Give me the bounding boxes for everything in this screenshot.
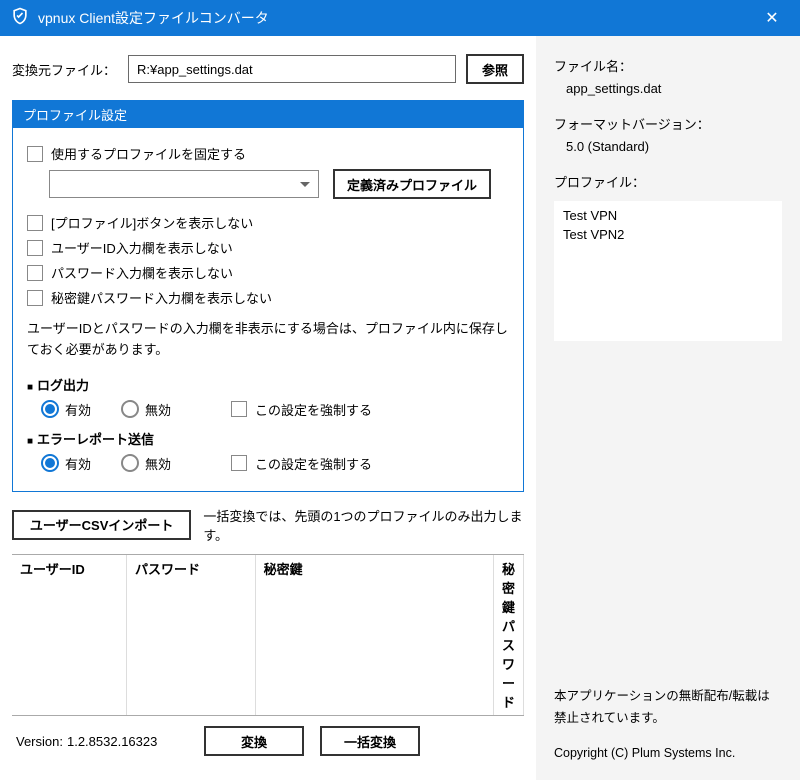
info-format-label: フォーマットバージョン： (554, 114, 782, 133)
list-item[interactable]: Test VPN2 (561, 225, 775, 244)
hide-password-checkbox[interactable] (27, 265, 43, 281)
desc-text: ユーザーIDとパスワードの入力欄を非表示にする場合は、プロファイル内に保存してお… (27, 319, 509, 361)
th-password: パスワード (127, 555, 256, 715)
copyright-text: Copyright (C) Plum Systems Inc. (554, 743, 782, 764)
browse-button[interactable]: 参照 (466, 54, 524, 84)
close-icon[interactable]: ✕ (754, 8, 790, 28)
version-label: Version: (16, 734, 63, 749)
fix-profile-checkbox[interactable] (27, 146, 43, 162)
app-shield-icon (10, 6, 30, 31)
hide-keypassword-checkbox[interactable] (27, 290, 43, 306)
err-force-label: この設定を強制する (255, 454, 372, 473)
hide-password-label: パスワード入力欄を表示しない (51, 263, 233, 282)
info-profile-list[interactable]: Test VPN Test VPN2 (554, 201, 782, 341)
log-force-label: この設定を強制する (255, 400, 372, 419)
radio-checked-icon (41, 400, 59, 418)
hide-userid-label: ユーザーID入力欄を表示しない (51, 238, 233, 257)
info-filename: app_settings.dat (566, 81, 782, 96)
source-file-row: 変換元ファイル： 参照 (12, 54, 524, 84)
source-file-input[interactable] (128, 55, 456, 83)
log-force-checkbox[interactable] (231, 401, 247, 417)
th-keypassword: 秘密鍵パスワード (494, 555, 524, 715)
defined-profiles-button[interactable]: 定義済みプロファイル (333, 169, 491, 199)
convert-button[interactable]: 変換 (204, 726, 304, 756)
batch-convert-button[interactable]: 一括変換 (320, 726, 420, 756)
th-userid: ユーザーID (12, 555, 127, 715)
hide-profile-btn-checkbox[interactable] (27, 215, 43, 231)
profile-panel-header: プロファイル設定 (13, 101, 523, 128)
radio-icon (121, 400, 139, 418)
info-profiles-label: プロファイル： (554, 172, 782, 191)
chevron-down-icon (300, 182, 310, 187)
th-privatekey: 秘密鍵 (256, 555, 494, 715)
log-disabled-radio[interactable]: 無効 (121, 400, 171, 419)
radio-icon (121, 454, 139, 472)
hide-profile-btn-label: [プロファイル]ボタンを表示しない (51, 213, 253, 232)
log-enabled-radio[interactable]: 有効 (41, 400, 91, 419)
user-table-header: ユーザーID パスワード 秘密鍵 秘密鍵パスワード (12, 554, 524, 716)
list-item[interactable]: Test VPN (561, 206, 775, 225)
error-report-heading: エラーレポート送信 (27, 429, 509, 448)
disclaimer-text: 本アプリケーションの無断配布/転載は禁止されています。 (554, 686, 782, 729)
log-output-heading: ログ出力 (27, 375, 509, 394)
csv-import-row: ユーザーCSVインポート 一括変換では、先頭の1つのプロファイルのみ出力します。 (12, 506, 524, 544)
info-format: 5.0 (Standard) (566, 139, 782, 154)
csv-import-button[interactable]: ユーザーCSVインポート (12, 510, 191, 540)
hide-userid-checkbox[interactable] (27, 240, 43, 256)
fix-profile-label: 使用するプロファイルを固定する (51, 144, 246, 163)
source-file-label: 変換元ファイル： (12, 60, 116, 79)
profile-settings-panel: プロファイル設定 使用するプロファイルを固定する 定義済みプロファイル [プロフ… (12, 100, 524, 492)
hide-keypassword-label: 秘密鍵パスワード入力欄を表示しない (51, 288, 272, 307)
version-value: 1.2.8532.16323 (67, 734, 157, 749)
info-filename-label: ファイル名： (554, 56, 782, 75)
footer: Version: 1.2.8532.16323 変換 一括変換 (12, 718, 524, 768)
err-force-checkbox[interactable] (231, 455, 247, 471)
err-disabled-radio[interactable]: 無効 (121, 454, 171, 473)
radio-checked-icon (41, 454, 59, 472)
titlebar: vpnux Client設定ファイルコンバータ ✕ (0, 0, 800, 36)
profile-select[interactable] (49, 170, 319, 198)
err-enabled-radio[interactable]: 有効 (41, 454, 91, 473)
window-title: vpnux Client設定ファイルコンバータ (38, 8, 754, 28)
csv-import-note: 一括変換では、先頭の1つのプロファイルのみ出力します。 (203, 506, 524, 544)
info-sidebar: ファイル名： app_settings.dat フォーマットバージョン： 5.0… (536, 36, 800, 780)
